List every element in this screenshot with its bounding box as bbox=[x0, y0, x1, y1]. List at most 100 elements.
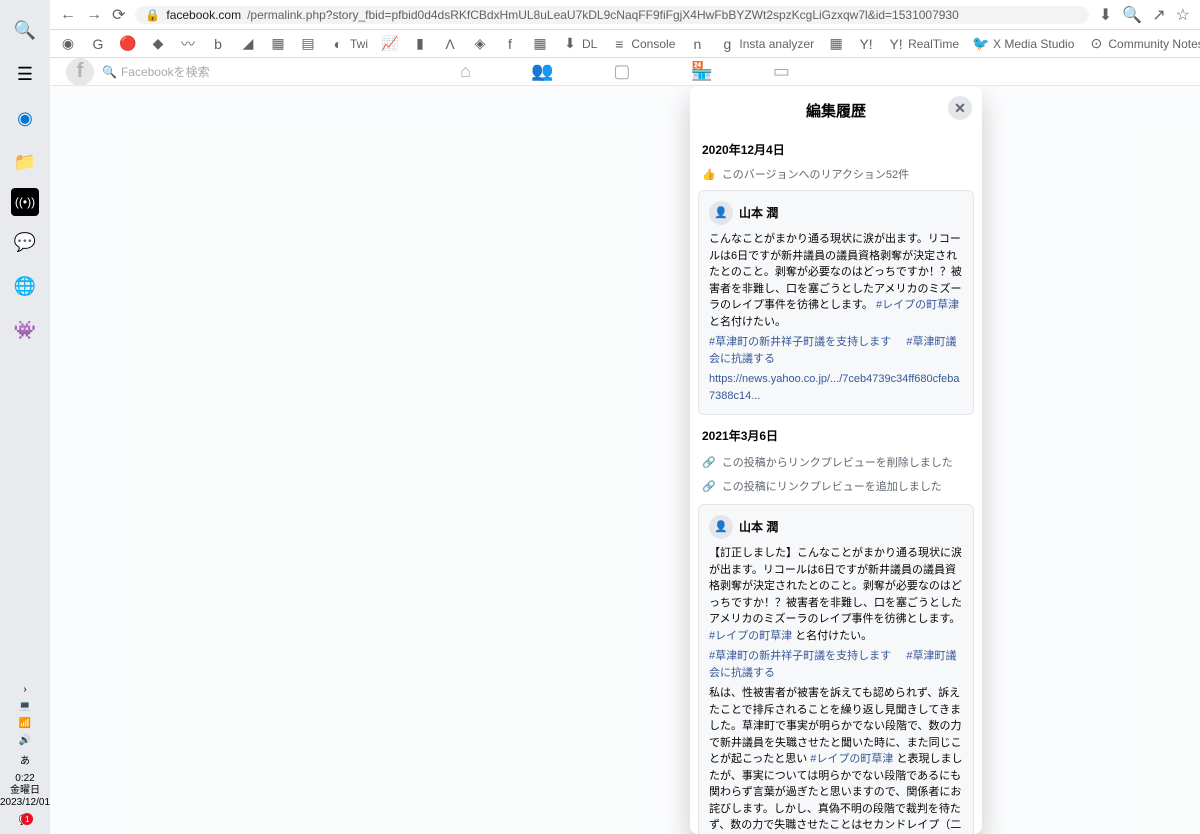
hashtag-link[interactable]: #レイプの町草津 bbox=[810, 753, 893, 765]
notification-badge: 1 bbox=[21, 813, 33, 825]
bookmark-item[interactable]: 📈 bbox=[382, 36, 398, 52]
volume-icon[interactable]: 🔊 bbox=[19, 735, 31, 746]
search-icon[interactable]: 🔍 bbox=[7, 12, 43, 48]
fb-header: f 🔍 Facebookを検索 ⌂ 👥 ▢ 🏪 ▭ bbox=[50, 58, 1200, 86]
bookmark-icon: ◈ bbox=[472, 36, 488, 52]
note-icon: 👍 bbox=[702, 168, 716, 181]
note-icon: 🔗 bbox=[702, 456, 716, 469]
groups-icon[interactable]: ▭ bbox=[773, 61, 790, 82]
chevron-icon[interactable]: › bbox=[23, 684, 26, 695]
hashtag-link[interactable]: #草津町の新井祥子町議を支持します bbox=[709, 650, 891, 662]
bookmark-item[interactable]: 🔴 bbox=[120, 36, 136, 52]
bookmark-item[interactable]: ▦ bbox=[270, 36, 286, 52]
hashtag-link[interactable]: #レイプの町草津 bbox=[709, 630, 792, 642]
video-icon[interactable]: ▢ bbox=[613, 61, 630, 82]
author-name[interactable]: 山本 潤 bbox=[739, 204, 778, 222]
bookmark-item[interactable]: Y!RealTime bbox=[888, 36, 959, 52]
hashtags-row: #草津町の新井祥子町議を支持します #草津町議会に抗議する bbox=[709, 334, 963, 367]
back-icon[interactable]: ← bbox=[60, 6, 76, 24]
bookmark-item[interactable]: b bbox=[210, 36, 226, 52]
avatar[interactable]: 👤 bbox=[709, 515, 733, 539]
note-text: この投稿にリンクプレビューを追加しました bbox=[722, 478, 942, 494]
bookmark-item[interactable]: 〰 bbox=[180, 36, 196, 52]
history-note: 🔗この投稿からリンクプレビューを削除しました bbox=[698, 450, 974, 474]
bookmark-icon: ≡ bbox=[611, 36, 627, 52]
bookmark-icon: ◉ bbox=[60, 36, 76, 52]
lock-icon: 🔒 bbox=[145, 8, 160, 22]
bookmark-label: X Media Studio bbox=[993, 37, 1074, 51]
tray-icon-1[interactable]: 💻 bbox=[19, 701, 31, 712]
bookmark-item[interactable]: ▤ bbox=[300, 36, 316, 52]
tasks-icon[interactable]: ☰ bbox=[7, 56, 43, 92]
bookmark-item[interactable]: ◢ bbox=[240, 36, 256, 52]
bookmark-icon: Y! bbox=[858, 36, 874, 52]
modal-body[interactable]: 2020年12月4日 👍このバージョンへのリアクション52件 👤 山本 潤 こん… bbox=[690, 135, 982, 834]
zoom-icon[interactable]: 🔍 bbox=[1122, 5, 1142, 25]
bookmark-item[interactable]: ◆ bbox=[150, 36, 166, 52]
bookmark-item[interactable]: G bbox=[90, 36, 106, 52]
bookmark-item[interactable]: ◉ bbox=[60, 36, 76, 52]
bookmark-item[interactable]: ⬇DL bbox=[562, 36, 597, 52]
explorer-icon[interactable]: 📁 bbox=[7, 144, 43, 180]
modal-title: 編集履歴 bbox=[806, 103, 866, 120]
ime-icon[interactable]: あ bbox=[20, 752, 30, 767]
edge-icon[interactable]: ◉ bbox=[7, 100, 43, 136]
bookmarks-bar: ◉ G 🔴 ◆ 〰 b ◢ ▦ ▤ ◐Twi 📈 ▮ Λ ◈ f ▦ ⬇DL ≡Console n gInsta an… bbox=[50, 30, 1200, 58]
fb-search[interactable]: 🔍 Facebookを検索 bbox=[102, 63, 210, 80]
bookmark-icon: 〰 bbox=[180, 36, 196, 52]
tray-icon-2[interactable]: 📶 bbox=[19, 718, 31, 729]
bookmark-item[interactable]: ▦ bbox=[532, 36, 548, 52]
app-icon-2[interactable]: 💬 bbox=[7, 224, 43, 260]
day-text: 金曜日 bbox=[0, 785, 50, 797]
bookmark-item[interactable]: ◈ bbox=[472, 36, 488, 52]
app-icon-1[interactable]: ((•)) bbox=[11, 188, 39, 216]
bookmark-label: Insta analyzer bbox=[739, 37, 814, 51]
bookmark-item[interactable]: Y! bbox=[858, 36, 874, 52]
bookmark-icon: ▮ bbox=[412, 36, 428, 52]
bookmark-icon: ▦ bbox=[828, 36, 844, 52]
taskbar-clock[interactable]: 0:22 金曜日 2023/12/01 bbox=[0, 773, 50, 809]
star-icon[interactable]: ☆ bbox=[1176, 5, 1190, 25]
url-path: /permalink.php?story_fbid=pfbid0d4dsRKfC… bbox=[247, 8, 959, 22]
bookmark-item[interactable]: f bbox=[502, 36, 518, 52]
bookmark-label: Twi bbox=[350, 37, 368, 51]
app-icon-3[interactable]: 👾 bbox=[7, 312, 43, 348]
modal-overlay[interactable] bbox=[50, 86, 1200, 834]
download-icon[interactable]: ⬇ bbox=[1099, 5, 1112, 25]
author-name[interactable]: 山本 潤 bbox=[739, 518, 778, 536]
bookmark-item[interactable]: ▦ bbox=[828, 36, 844, 52]
bookmark-item[interactable]: 🐦X Media Studio bbox=[973, 36, 1074, 52]
bookmark-item[interactable]: ◐Twi bbox=[330, 36, 368, 52]
note-text: このバージョンへのリアクション52件 bbox=[722, 166, 909, 182]
home-icon[interactable]: ⌂ bbox=[460, 61, 471, 82]
hashtag-link[interactable]: #草津町の新井祥子町議を支持します bbox=[709, 336, 891, 348]
friends-icon[interactable]: 👥 bbox=[531, 61, 553, 82]
search-icon: 🔍 bbox=[102, 65, 117, 79]
reload-icon[interactable]: ⟳ bbox=[112, 5, 125, 25]
bookmark-item[interactable]: ⊙Community Notes bbox=[1088, 36, 1200, 52]
url-bar[interactable]: 🔒 facebook.com/permalink.php?story_fbid=… bbox=[135, 6, 1089, 24]
bookmark-icon: ▦ bbox=[270, 36, 286, 52]
bookmark-item[interactable]: ≡Console bbox=[611, 36, 675, 52]
history-date: 2021年3月6日 bbox=[698, 421, 974, 450]
market-icon[interactable]: 🏪 bbox=[690, 61, 712, 82]
bookmark-icon: Λ bbox=[442, 36, 458, 52]
bookmark-item[interactable]: n bbox=[689, 36, 705, 52]
author-row: 👤 山本 潤 bbox=[709, 201, 963, 225]
modal-header: 編集履歴 ✕ bbox=[690, 86, 982, 135]
url-domain: facebook.com bbox=[166, 8, 241, 22]
bookmark-item[interactable]: Λ bbox=[442, 36, 458, 52]
url-link[interactable]: https://news.yahoo.co.jp/.../7ceb4739c34… bbox=[709, 371, 963, 404]
avatar[interactable]: 👤 bbox=[709, 201, 733, 225]
modal-close-button[interactable]: ✕ bbox=[948, 96, 972, 120]
bookmark-item[interactable]: ▮ bbox=[412, 36, 428, 52]
content-area: 編集履歴 ✕ 2020年12月4日 👍このバージョンへのリアクション52件 👤 … bbox=[50, 86, 1200, 834]
hashtag-link[interactable]: #レイプの町草津 bbox=[876, 299, 959, 311]
notifications-icon[interactable]: 💬1 bbox=[19, 815, 31, 826]
fb-logo[interactable]: f bbox=[66, 58, 94, 86]
forward-icon[interactable]: → bbox=[86, 6, 102, 24]
version-body-2: 私は、性被害者が被害を訴えても認められず、訴えたことで排斥されることを繰り返し見… bbox=[709, 685, 963, 834]
chrome-icon[interactable]: 🌐 bbox=[7, 268, 43, 304]
bookmark-item[interactable]: gInsta analyzer bbox=[719, 36, 814, 52]
share-icon[interactable]: ↗ bbox=[1152, 5, 1165, 25]
